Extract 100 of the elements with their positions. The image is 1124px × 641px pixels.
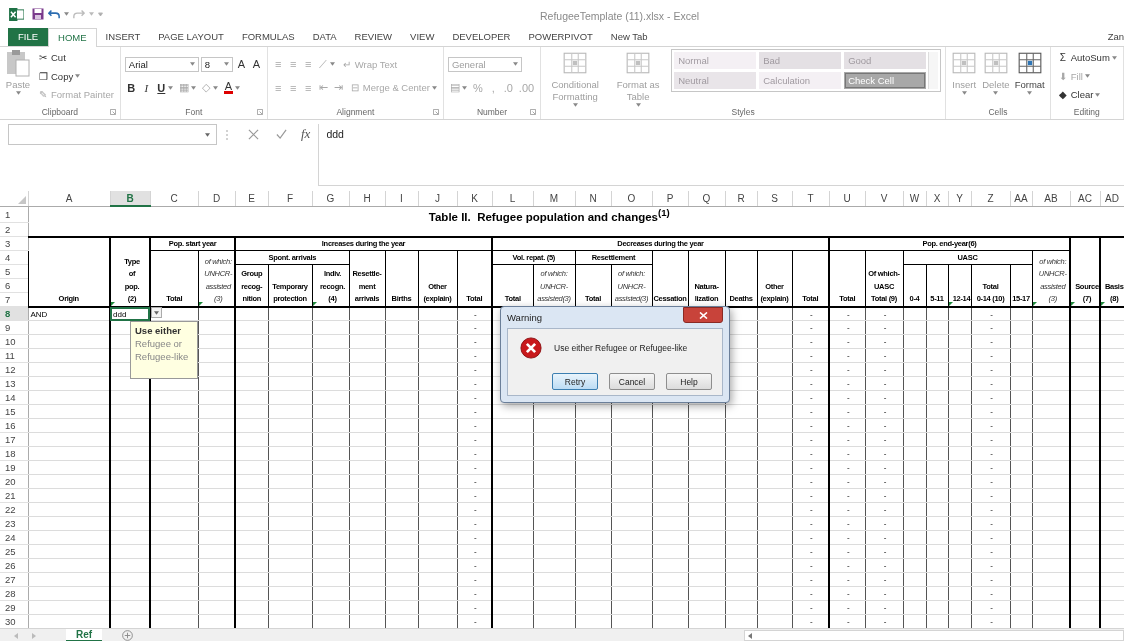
error-indicator-icon[interactable]	[1032, 301, 1037, 306]
cell-text: -	[883, 407, 887, 417]
scroll-left-icon[interactable]	[748, 632, 752, 639]
ribbon-field[interactable]: 8	[200, 56, 233, 72]
toolbar-button[interactable]: ❐ Copy	[35, 70, 83, 82]
cell-text: -	[473, 379, 477, 389]
ribbon-tab[interactable]: DATA	[303, 28, 346, 46]
toolbar-button[interactable]: ◆ Clear	[1054, 89, 1103, 100]
error-indicator-icon[interactable]	[198, 301, 203, 306]
ribbon-tab[interactable]: New Tab	[601, 28, 657, 46]
toolbar-button[interactable]: Σ AutoSum	[1054, 52, 1119, 63]
undo-icon[interactable]	[48, 8, 60, 20]
error-indicator-icon[interactable]	[948, 301, 953, 306]
redo-icon[interactable]	[73, 8, 85, 20]
column-header[interactable]: G	[312, 191, 349, 206]
toolbar-button[interactable]: ✂ Cut	[35, 52, 68, 63]
ribbon-tab[interactable]: PAGE LAYOUT	[149, 28, 233, 46]
caret-icon	[189, 62, 195, 67]
check-icon[interactable]	[276, 129, 287, 140]
toolbar-button[interactable]: A	[249, 58, 263, 71]
column-header[interactable]: I	[385, 191, 418, 206]
column-header[interactable]: L	[492, 191, 533, 206]
ribbon-tab[interactable]: DEVELOPER	[443, 28, 520, 46]
cell-text: -	[990, 491, 993, 501]
dialog-button[interactable]: Retry	[552, 373, 598, 390]
column-header[interactable]: AC	[1070, 191, 1100, 206]
column-header[interactable]: T	[792, 191, 829, 206]
cell-text: -	[473, 393, 477, 403]
column-header[interactable]: AD	[1100, 191, 1124, 206]
sheet-tab[interactable]: Ref	[66, 629, 103, 641]
column-header[interactable]: B	[110, 191, 150, 206]
column-header[interactable]: S	[757, 191, 792, 206]
dialog-button[interactable]: Help	[666, 373, 712, 390]
dialog-button[interactable]: Cancel	[609, 373, 655, 390]
toolbar-button[interactable]: A	[234, 58, 248, 71]
column-header[interactable]: C	[150, 191, 198, 206]
column-header[interactable]: J	[418, 191, 457, 206]
dialog-launcher-icon[interactable]	[256, 109, 263, 115]
ribbon-tab[interactable]: HOME	[48, 28, 97, 47]
font-color-button[interactable]: A	[221, 81, 242, 95]
column-header[interactable]: R	[725, 191, 757, 206]
horizontal-scrollbar[interactable]	[744, 630, 1124, 641]
customize-icon[interactable]	[98, 12, 103, 16]
column-header[interactable]: V	[865, 191, 903, 206]
column-header[interactable]: AA	[1010, 191, 1032, 206]
cancel-icon[interactable]	[248, 129, 259, 140]
cell-text: -	[883, 421, 887, 431]
cell-text: -	[990, 421, 993, 431]
column-header[interactable]: P	[652, 191, 688, 206]
select-all-icon[interactable]	[17, 195, 26, 204]
ribbon-button[interactable]: Format	[1013, 49, 1046, 95]
drag-handle-icon[interactable]	[226, 130, 228, 140]
column-header[interactable]: A	[28, 191, 110, 206]
column-header[interactable]: F	[268, 191, 312, 206]
error-indicator-icon[interactable]	[312, 301, 317, 306]
italic-button[interactable]: I	[139, 81, 153, 94]
column-header[interactable]: E	[235, 191, 268, 206]
name-box[interactable]	[8, 124, 217, 145]
cell-text: -	[883, 309, 887, 319]
save-icon[interactable]	[32, 8, 44, 20]
bold-button[interactable]: B	[124, 81, 138, 94]
dialog-launcher-icon[interactable]	[432, 109, 439, 115]
column-header[interactable]: Q	[688, 191, 725, 206]
column-header[interactable]: AB	[1032, 191, 1070, 206]
cell-text: -	[990, 337, 993, 347]
ribbon-tab[interactable]: POWERPIVOT	[519, 28, 602, 46]
active-cell[interactable]: ddd	[110, 306, 150, 321]
column-header[interactable]: U	[829, 191, 865, 206]
ribbon-tab[interactable]: FILE	[8, 28, 49, 46]
dropdown-button[interactable]	[151, 307, 162, 318]
column-header[interactable]: M	[533, 191, 575, 206]
column-header[interactable]: H	[349, 191, 385, 206]
ribbon-tab[interactable]: FORMULAS	[232, 28, 304, 46]
formula-input[interactable]: ddd	[318, 124, 1124, 186]
ribbon-field[interactable]: Arial	[124, 56, 199, 72]
cell-text: -	[809, 407, 813, 417]
ribbon-tab[interactable]: REVIEW	[345, 28, 402, 46]
column-header[interactable]: Y	[948, 191, 971, 206]
cell-text: -	[990, 617, 993, 627]
insert-function-button[interactable]: fx	[301, 126, 311, 142]
ribbon-tab[interactable]: VIEW	[401, 28, 444, 46]
column-header[interactable]: N	[575, 191, 611, 206]
underline-button[interactable]: U	[154, 81, 175, 94]
column-header[interactable]: W	[903, 191, 926, 206]
caret-icon[interactable]	[64, 12, 69, 16]
caret-icon[interactable]	[89, 12, 94, 16]
close-button[interactable]	[683, 307, 723, 323]
column-header[interactable]: X	[926, 191, 948, 206]
ribbon-tab[interactable]: INSERT	[96, 28, 150, 46]
cell-text: -	[809, 463, 813, 473]
scroll-right-icon[interactable]	[32, 632, 36, 639]
column-header[interactable]: Z	[971, 191, 1010, 206]
column-header[interactable]: K	[457, 191, 492, 206]
column-header[interactable]: D	[198, 191, 235, 206]
user-name[interactable]: Zan	[1107, 31, 1124, 42]
column-header[interactable]: O	[611, 191, 652, 206]
add-sheet-icon[interactable]	[122, 630, 134, 641]
dialog-launcher-icon[interactable]	[530, 109, 537, 115]
dialog-launcher-icon[interactable]	[109, 109, 116, 115]
gallery-scrollbar[interactable]	[928, 52, 939, 89]
